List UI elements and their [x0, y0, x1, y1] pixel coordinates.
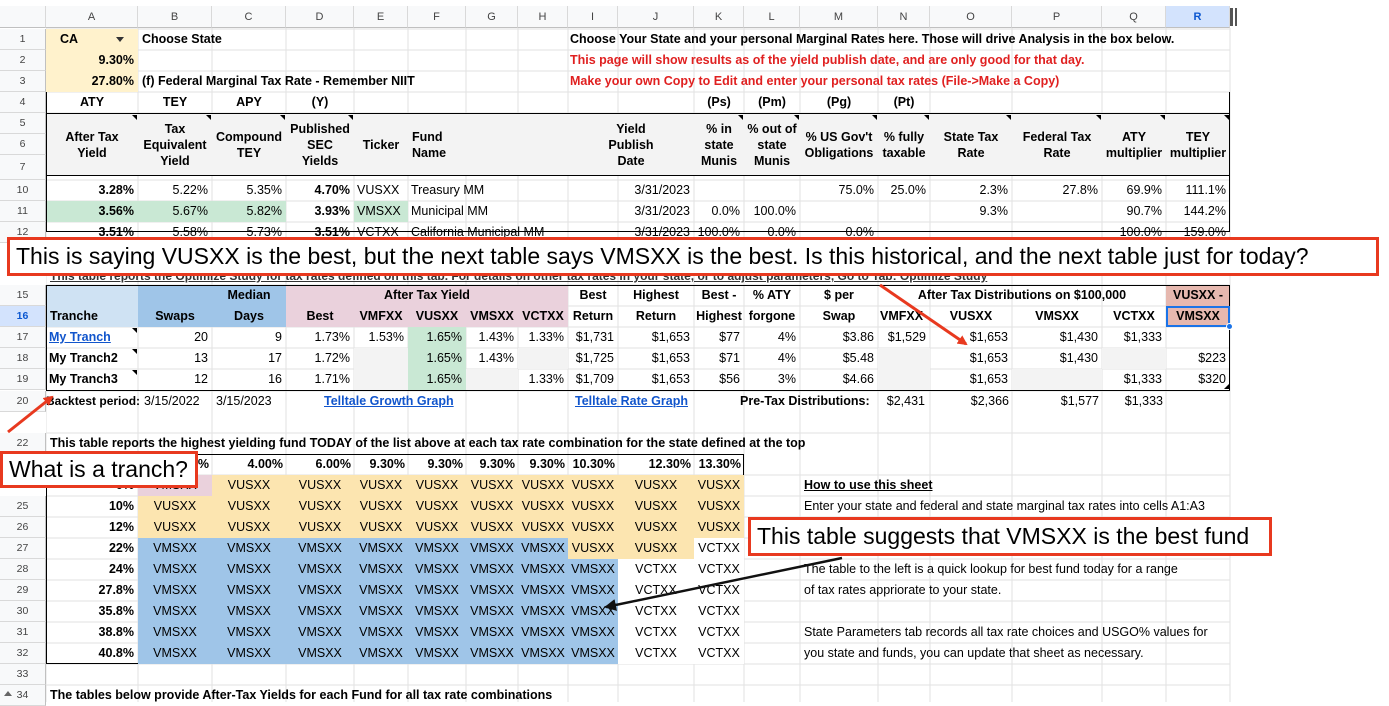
arrow-to-vusxx [879, 283, 968, 346]
arrow-to-tranche [7, 395, 54, 434]
arrow-to-lookup [604, 556, 843, 611]
annotation-arrows [7, 283, 968, 611]
